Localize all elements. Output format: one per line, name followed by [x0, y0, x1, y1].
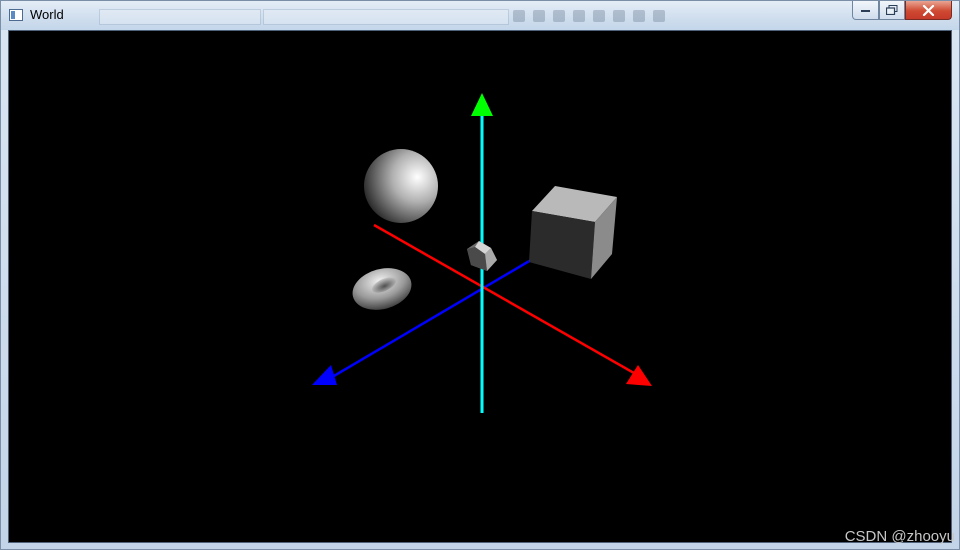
- cube: [529, 186, 617, 279]
- window-title: World: [30, 7, 64, 22]
- close-button[interactable]: [905, 1, 952, 20]
- z-axis-line: [321, 258, 532, 385]
- minimize-button[interactable]: [852, 1, 879, 20]
- minimize-icon: [861, 10, 870, 12]
- torus: [352, 268, 412, 310]
- background-toolbar-dropdown: [263, 9, 509, 25]
- 3d-viewport[interactable]: [8, 30, 952, 543]
- scene-canvas: [312, 93, 652, 413]
- sphere: [364, 149, 438, 223]
- restore-button[interactable]: [879, 1, 905, 20]
- app-icon[interactable]: [9, 9, 23, 21]
- x-axis-arrowhead: [626, 365, 652, 386]
- y-axis-arrowhead: [471, 93, 493, 116]
- close-icon: [922, 4, 935, 16]
- app-window: World CSDN @zhooyu: [0, 0, 960, 550]
- background-toolbar-dropdown: [99, 9, 261, 25]
- small-polyhedron: [467, 241, 497, 271]
- restore-icon: [886, 5, 898, 15]
- z-axis-arrowhead: [312, 365, 337, 385]
- title-bar[interactable]: World: [1, 1, 959, 30]
- background-toolbar-icons: [513, 10, 665, 24]
- watermark: CSDN @zhooyu: [844, 528, 955, 545]
